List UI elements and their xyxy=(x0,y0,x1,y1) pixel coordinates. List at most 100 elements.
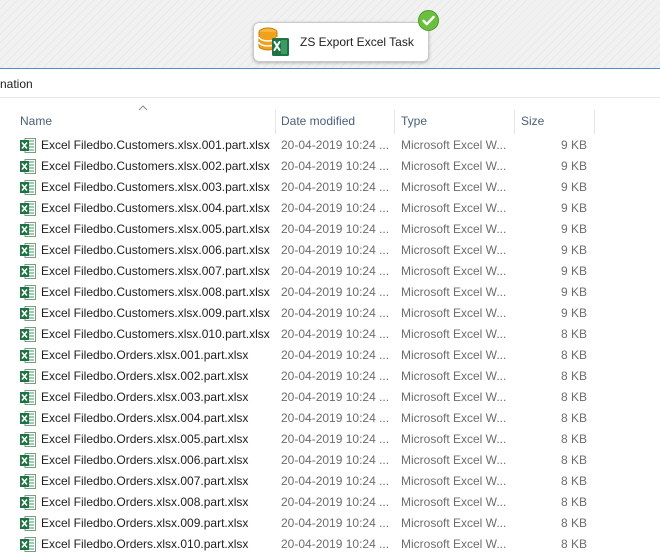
file-row[interactable]: Excel Filedbo.Orders.xlsx.009.part.xlsx … xyxy=(0,513,660,534)
column-divider[interactable] xyxy=(514,110,515,134)
column-header-type[interactable]: Type xyxy=(401,108,427,134)
task-label: ZS Export Excel Task xyxy=(300,35,414,49)
file-date-modified: 20-04-2019 10:24 ... xyxy=(281,264,390,278)
file-size: 9 KB xyxy=(560,180,587,194)
file-size: 9 KB xyxy=(560,138,587,152)
file-type: Microsoft Excel W... xyxy=(401,453,507,467)
file-type: Microsoft Excel W... xyxy=(401,516,507,530)
sort-ascending-icon xyxy=(138,105,148,111)
excel-file-icon xyxy=(20,285,36,300)
file-type: Microsoft Excel W... xyxy=(401,348,507,362)
excel-file-icon xyxy=(20,348,36,363)
file-date-modified: 20-04-2019 10:24 ... xyxy=(281,537,390,551)
excel-file-icon xyxy=(20,306,36,321)
file-name: Excel Filedbo.Customers.xlsx.002.part.xl… xyxy=(41,159,270,173)
file-row[interactable]: Excel Filedbo.Customers.xlsx.005.part.xl… xyxy=(0,219,660,240)
file-type: Microsoft Excel W... xyxy=(401,537,507,551)
column-divider[interactable] xyxy=(275,110,276,134)
file-type: Microsoft Excel W... xyxy=(401,180,507,194)
excel-file-icon xyxy=(20,201,36,216)
file-row[interactable]: Excel Filedbo.Customers.xlsx.008.part.xl… xyxy=(0,282,660,303)
file-type: Microsoft Excel W... xyxy=(401,327,507,341)
file-row[interactable]: Excel Filedbo.Orders.xlsx.001.part.xlsx … xyxy=(0,345,660,366)
file-type: Microsoft Excel W... xyxy=(401,201,507,215)
excel-file-icon xyxy=(20,327,36,342)
file-name: Excel Filedbo.Customers.xlsx.006.part.xl… xyxy=(41,243,270,257)
excel-file-icon xyxy=(20,159,36,174)
address-bar[interactable]: nation xyxy=(0,69,660,98)
file-name: Excel Filedbo.Customers.xlsx.005.part.xl… xyxy=(41,222,270,236)
file-row[interactable]: Excel Filedbo.Customers.xlsx.003.part.xl… xyxy=(0,177,660,198)
file-size: 8 KB xyxy=(560,369,587,383)
file-list: Excel Filedbo.Customers.xlsx.001.part.xl… xyxy=(0,135,660,555)
file-type: Microsoft Excel W... xyxy=(401,222,507,236)
package-designer-surface: ZS Export Excel Task xyxy=(0,0,660,69)
file-date-modified: 20-04-2019 10:24 ... xyxy=(281,369,390,383)
file-date-modified: 20-04-2019 10:24 ... xyxy=(281,390,390,404)
file-date-modified: 20-04-2019 10:24 ... xyxy=(281,411,390,425)
green-check-icon xyxy=(418,10,439,31)
file-row[interactable]: Excel Filedbo.Customers.xlsx.009.part.xl… xyxy=(0,303,660,324)
excel-file-icon xyxy=(20,138,36,153)
file-size: 8 KB xyxy=(560,327,587,341)
column-divider[interactable] xyxy=(594,110,595,134)
column-header-size[interactable]: Size xyxy=(521,108,544,134)
file-date-modified: 20-04-2019 10:24 ... xyxy=(281,180,390,194)
file-name: Excel Filedbo.Customers.xlsx.008.part.xl… xyxy=(41,285,270,299)
file-name: Excel Filedbo.Customers.xlsx.007.part.xl… xyxy=(41,264,270,278)
file-type: Microsoft Excel W... xyxy=(401,495,507,509)
file-name: Excel Filedbo.Orders.xlsx.010.part.xlsx xyxy=(41,537,249,551)
excel-file-icon xyxy=(20,390,36,405)
file-row[interactable]: Excel Filedbo.Orders.xlsx.002.part.xlsx … xyxy=(0,366,660,387)
file-name: Excel Filedbo.Orders.xlsx.008.part.xlsx xyxy=(41,495,249,509)
file-row[interactable]: Excel Filedbo.Orders.xlsx.005.part.xlsx … xyxy=(0,429,660,450)
zs-export-excel-task[interactable]: ZS Export Excel Task xyxy=(253,22,429,62)
column-divider[interactable] xyxy=(394,110,395,134)
excel-file-icon xyxy=(20,180,36,195)
file-date-modified: 20-04-2019 10:24 ... xyxy=(281,495,390,509)
file-row[interactable]: Excel Filedbo.Customers.xlsx.004.part.xl… xyxy=(0,198,660,219)
file-row[interactable]: Excel Filedbo.Customers.xlsx.006.part.xl… xyxy=(0,240,660,261)
column-header-date[interactable]: Date modified xyxy=(281,108,355,134)
file-size: 9 KB xyxy=(560,285,587,299)
file-row[interactable]: Excel Filedbo.Customers.xlsx.002.part.xl… xyxy=(0,156,660,177)
file-row[interactable]: Excel Filedbo.Orders.xlsx.003.part.xlsx … xyxy=(0,387,660,408)
excel-file-icon xyxy=(20,411,36,426)
file-size: 8 KB xyxy=(560,411,587,425)
file-row[interactable]: Excel Filedbo.Orders.xlsx.004.part.xlsx … xyxy=(0,408,660,429)
file-name: Excel Filedbo.Customers.xlsx.004.part.xl… xyxy=(41,201,270,215)
file-size: 8 KB xyxy=(560,495,587,509)
file-name: Excel Filedbo.Orders.xlsx.005.part.xlsx xyxy=(41,432,249,446)
file-size: 8 KB xyxy=(560,516,587,530)
file-type: Microsoft Excel W... xyxy=(401,306,507,320)
excel-file-icon xyxy=(20,432,36,447)
file-name: Excel Filedbo.Customers.xlsx.009.part.xl… xyxy=(41,306,270,320)
file-name: Excel Filedbo.Orders.xlsx.009.part.xlsx xyxy=(41,516,249,530)
file-row[interactable]: Excel Filedbo.Orders.xlsx.010.part.xlsx … xyxy=(0,534,660,555)
column-header-name[interactable]: Name xyxy=(20,108,52,134)
file-name: Excel Filedbo.Orders.xlsx.001.part.xlsx xyxy=(41,348,249,362)
file-name: Excel Filedbo.Orders.xlsx.006.part.xlsx xyxy=(41,453,249,467)
file-type: Microsoft Excel W... xyxy=(401,474,507,488)
file-row[interactable]: Excel Filedbo.Customers.xlsx.010.part.xl… xyxy=(0,324,660,345)
file-date-modified: 20-04-2019 10:24 ... xyxy=(281,474,390,488)
file-size: 9 KB xyxy=(560,201,587,215)
file-row[interactable]: Excel Filedbo.Orders.xlsx.006.part.xlsx … xyxy=(0,450,660,471)
file-type: Microsoft Excel W... xyxy=(401,411,507,425)
excel-file-icon xyxy=(20,537,36,552)
file-type: Microsoft Excel W... xyxy=(401,264,507,278)
excel-file-icon xyxy=(20,243,36,258)
file-row[interactable]: Excel Filedbo.Customers.xlsx.001.part.xl… xyxy=(0,135,660,156)
file-size: 8 KB xyxy=(560,432,587,446)
file-date-modified: 20-04-2019 10:24 ... xyxy=(281,348,390,362)
excel-file-icon xyxy=(20,516,36,531)
file-name: Excel Filedbo.Orders.xlsx.002.part.xlsx xyxy=(41,369,249,383)
database-excel-icon xyxy=(258,27,289,56)
file-date-modified: 20-04-2019 10:24 ... xyxy=(281,432,390,446)
file-row[interactable]: Excel Filedbo.Orders.xlsx.007.part.xlsx … xyxy=(0,471,660,492)
file-row[interactable]: Excel Filedbo.Orders.xlsx.008.part.xlsx … xyxy=(0,492,660,513)
file-type: Microsoft Excel W... xyxy=(401,243,507,257)
file-row[interactable]: Excel Filedbo.Customers.xlsx.007.part.xl… xyxy=(0,261,660,282)
file-date-modified: 20-04-2019 10:24 ... xyxy=(281,285,390,299)
excel-file-icon xyxy=(20,369,36,384)
